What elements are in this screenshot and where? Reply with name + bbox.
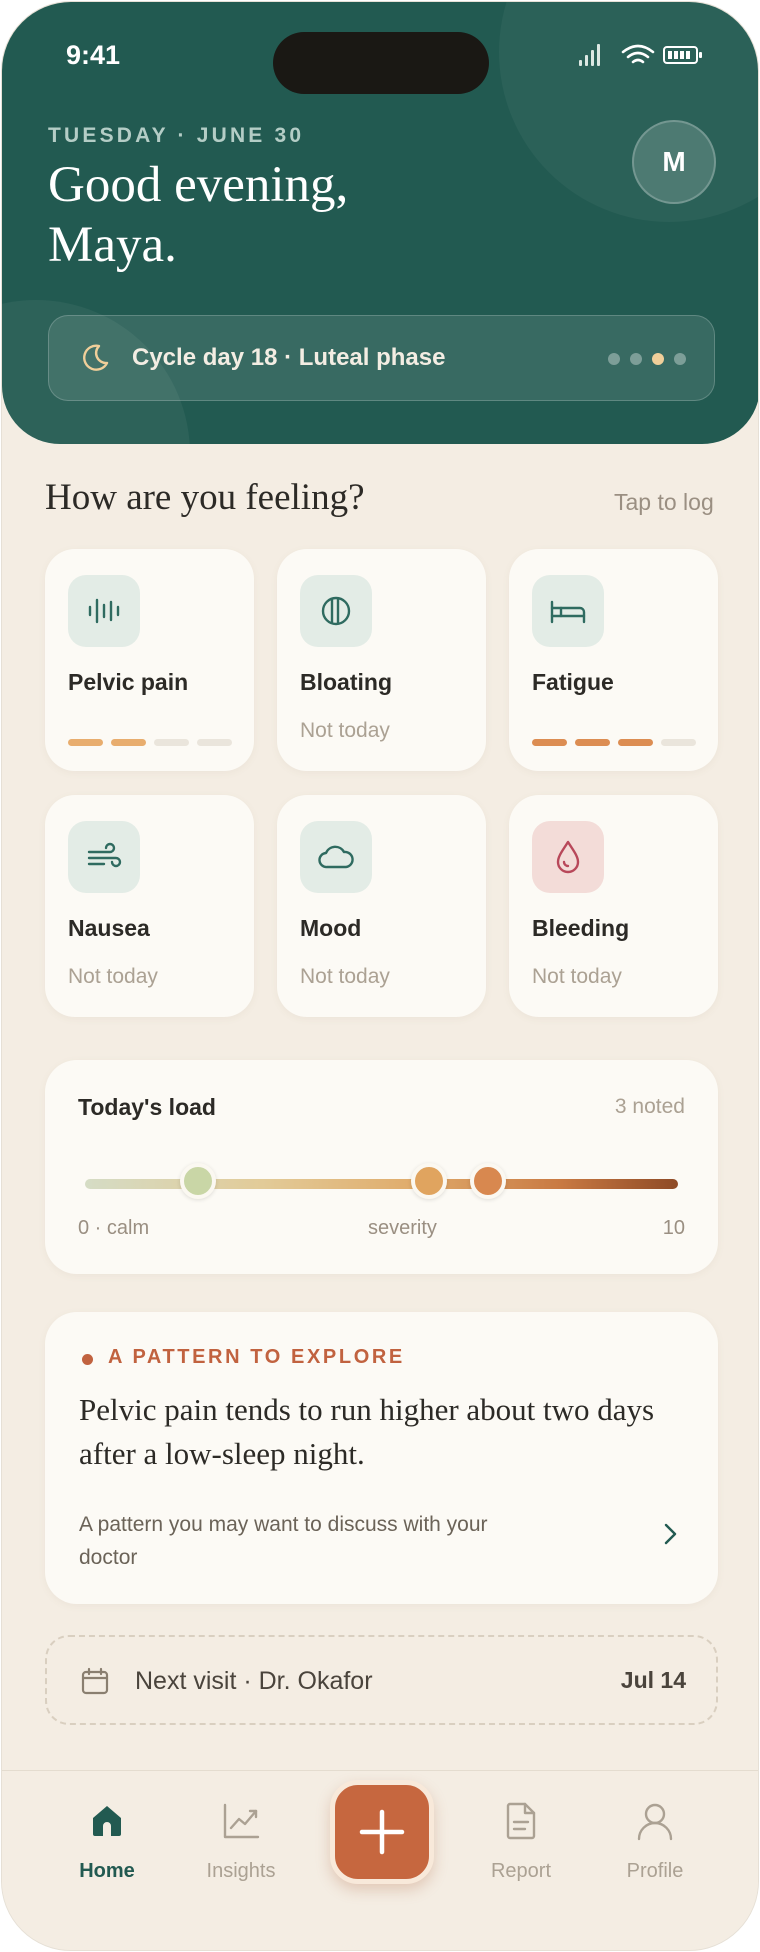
- wind-icon: [68, 821, 140, 893]
- tab-insights[interactable]: Insights: [186, 1801, 296, 1883]
- symptom-card-pelvic-pain[interactable]: Pelvic pain: [45, 549, 254, 771]
- symptom-status: Not today: [300, 719, 390, 742]
- waveform-icon: [68, 575, 140, 647]
- bloating-circle-icon: [300, 575, 372, 647]
- severity-marker[interactable]: [470, 1163, 507, 1199]
- next-visit-text: Next visit · Dr. Okafor: [135, 1667, 373, 1695]
- severity-segment-empty: [661, 739, 696, 746]
- symptom-status: Not today: [300, 965, 390, 988]
- header: 9:41 TUESDAY · JUNE 30 Good evening, May…: [2, 2, 758, 444]
- phase-dot-active: [652, 353, 664, 365]
- cycle-status-card[interactable]: Cycle day 18 · Luteal phase: [48, 315, 715, 401]
- phase-dot: [674, 353, 686, 365]
- greeting-line-2: Maya.: [48, 217, 177, 273]
- add-log-button[interactable]: [330, 1780, 434, 1884]
- home-icon: [93, 1806, 121, 1836]
- severity-segment-empty: [197, 739, 232, 746]
- person-icon: [637, 1803, 673, 1841]
- severity-marker[interactable]: [410, 1163, 447, 1199]
- plus-icon: [359, 1809, 405, 1855]
- symptom-card-bleeding[interactable]: Bleeding Not today: [509, 795, 718, 1017]
- symptom-label: Mood: [300, 915, 362, 941]
- tab-label: Profile: [626, 1860, 684, 1882]
- drop-icon: [532, 821, 604, 893]
- phase-dot: [630, 353, 642, 365]
- symptom-card-nausea[interactable]: Nausea Not today: [45, 795, 254, 1017]
- severity-track: [85, 1179, 678, 1189]
- severity-bars: [532, 739, 696, 746]
- scale-max-label: 10: [662, 1217, 685, 1239]
- chart-icon: [223, 1803, 260, 1839]
- phone-screen: 9:41 TUESDAY · JUNE 30 Good evening, May…: [1, 1, 759, 1951]
- greeting-line-1: Good evening,: [48, 157, 349, 213]
- severity-marker[interactable]: [179, 1163, 216, 1199]
- cycle-text: Cycle day 18 · Luteal phase: [132, 344, 446, 371]
- calendar-icon: [81, 1667, 109, 1695]
- scale-mid-label: severity: [368, 1217, 437, 1239]
- severity-segment-filled: [111, 739, 146, 746]
- tab-label: Home: [79, 1860, 135, 1882]
- symptom-label: Bleeding: [532, 915, 630, 941]
- symptom-card-fatigue[interactable]: Fatigue: [509, 549, 718, 771]
- next-visit-card[interactable]: Next visit · Dr. Okafor Jul 14: [45, 1635, 718, 1725]
- load-noted-count: 3 noted: [614, 1095, 685, 1118]
- symptom-card-bloating[interactable]: Bloating Not today: [277, 549, 486, 771]
- load-title: Today's load: [78, 1094, 216, 1120]
- tab-profile[interactable]: Profile: [600, 1801, 710, 1883]
- symptom-label: Pelvic pain: [68, 669, 189, 695]
- symptom-card-mood[interactable]: Mood Not today: [277, 795, 486, 1017]
- symptom-status: Not today: [68, 965, 158, 988]
- symptom-status: Not today: [532, 965, 622, 988]
- severity-segment-filled: [618, 739, 653, 746]
- symptom-label: Bloating: [300, 669, 392, 695]
- status-icons: [579, 44, 702, 66]
- severity-segment-filled: [575, 739, 610, 746]
- document-icon: [506, 1802, 536, 1840]
- cycle-phase-dots: [608, 353, 686, 365]
- date-label: TUESDAY · JUNE 30: [48, 124, 305, 147]
- pattern-card[interactable]: A PATTERN TO EXPLORE Pelvic pain tends t…: [45, 1312, 718, 1604]
- tab-home[interactable]: Home: [52, 1801, 162, 1883]
- status-time: 9:41: [66, 40, 121, 70]
- tap-to-log-link[interactable]: Tap to log: [614, 489, 714, 516]
- signal-icon: [579, 44, 600, 66]
- bed-icon: [532, 575, 604, 647]
- pattern-note: A pattern you may want to discuss with y…: [79, 1513, 488, 1569]
- greeting: Good evening, Maya.: [48, 155, 348, 275]
- pattern-label: A PATTERN TO EXPLORE: [108, 1346, 405, 1368]
- severity-segment-empty: [154, 739, 189, 746]
- phase-dot: [608, 353, 620, 365]
- scale-min-label: 0 · calm: [78, 1217, 150, 1239]
- chevron-right-icon[interactable]: [658, 1522, 682, 1546]
- moon-icon: [83, 344, 109, 371]
- severity-segment-filled: [532, 739, 567, 746]
- dynamic-island: [273, 32, 489, 94]
- wifi-icon: [621, 44, 655, 64]
- cloud-icon: [300, 821, 372, 893]
- avatar[interactable]: M: [632, 120, 716, 204]
- pattern-body: Pelvic pain tends to run higher about tw…: [79, 1392, 655, 1471]
- battery-icon: [663, 46, 702, 64]
- todays-load-card: Today's load 3 noted 0 · calm severity 1…: [45, 1060, 718, 1274]
- tab-report[interactable]: Report: [466, 1801, 576, 1883]
- tab-label: Report: [490, 1860, 552, 1882]
- feelings-title: How are you feeling?: [45, 477, 365, 518]
- next-visit-date: Jul 14: [620, 1667, 686, 1693]
- severity-bars: [68, 739, 232, 746]
- tab-label: Insights: [206, 1860, 276, 1882]
- header-decoration-circle: [499, 2, 758, 222]
- symptom-label: Nausea: [68, 915, 150, 941]
- severity-segment-filled: [68, 739, 103, 746]
- pattern-dot: [82, 1354, 93, 1365]
- symptom-label: Fatigue: [532, 669, 614, 695]
